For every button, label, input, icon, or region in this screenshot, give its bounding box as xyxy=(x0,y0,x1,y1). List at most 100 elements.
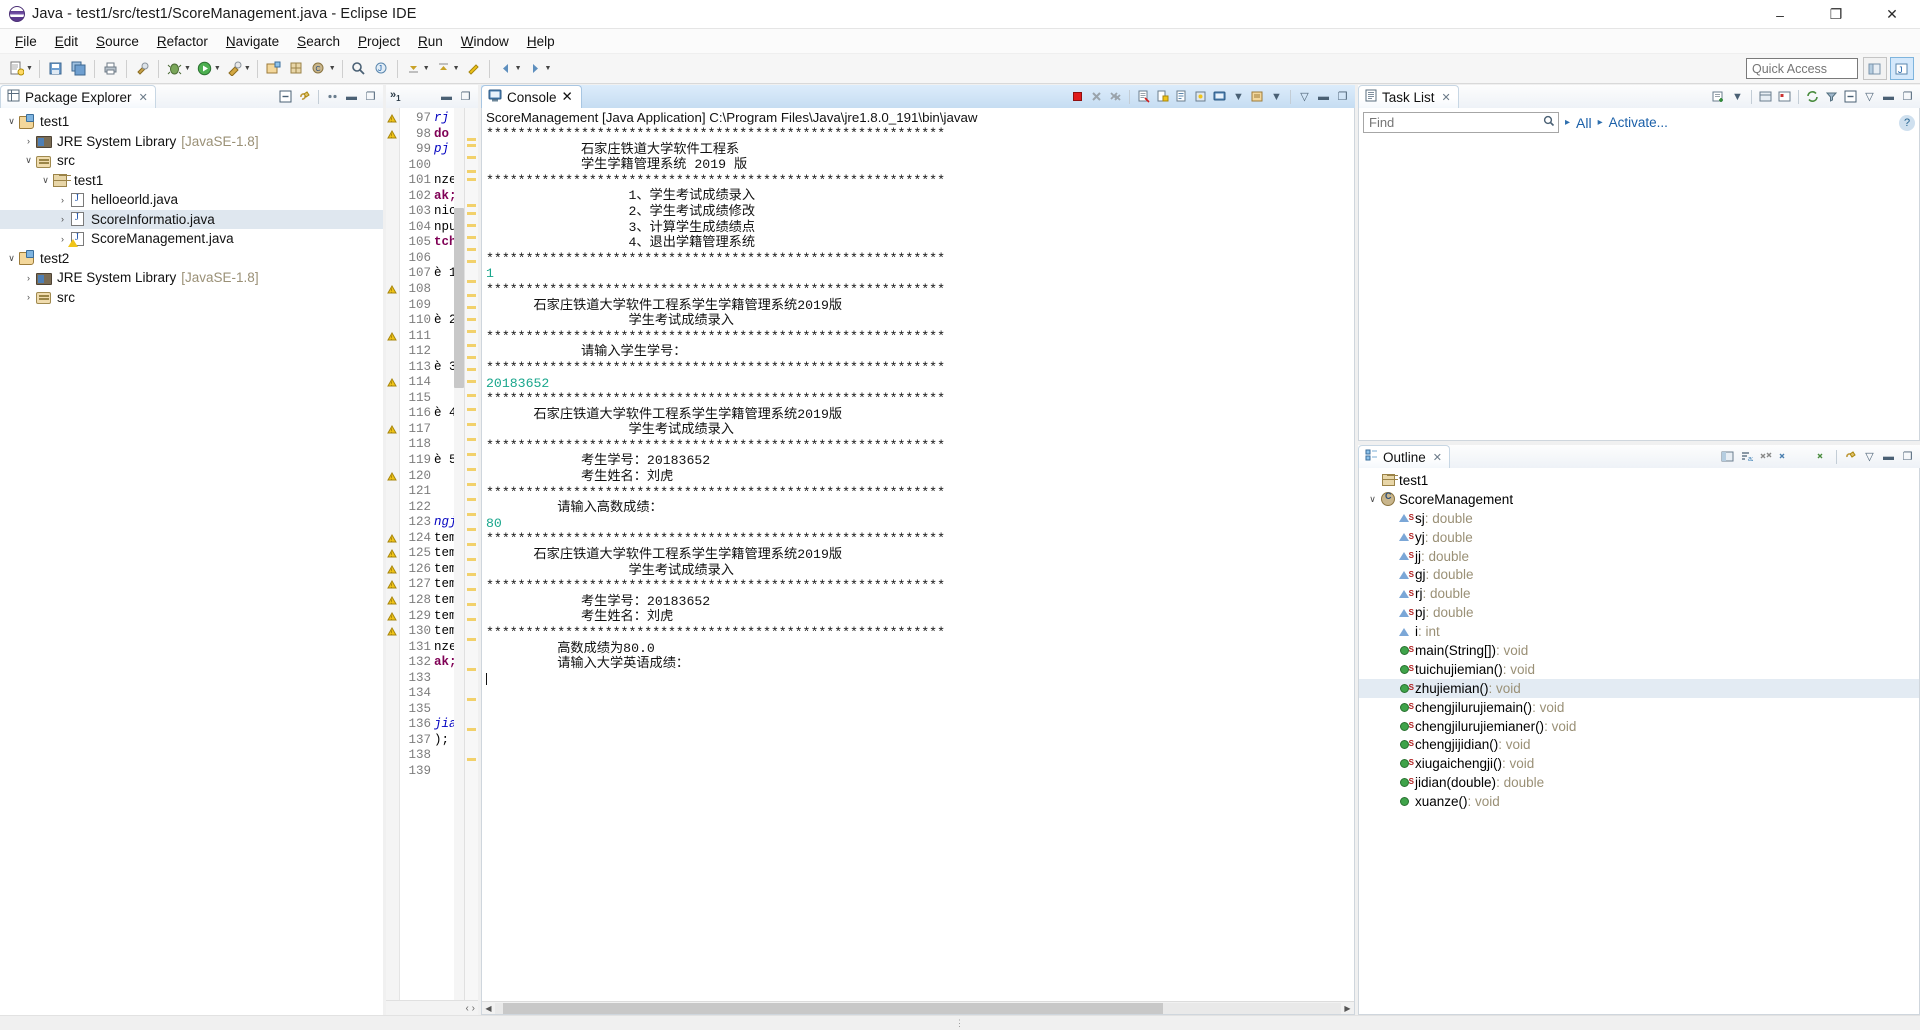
hide-static-icon[interactable] xyxy=(1776,448,1793,465)
menu-source[interactable]: Source xyxy=(87,31,148,52)
overview-marker[interactable] xyxy=(467,280,476,283)
scroll-thumb[interactable] xyxy=(503,1002,1163,1014)
tab-outline[interactable]: Outline ✕ xyxy=(1358,445,1450,468)
hide-nonpublic-icon[interactable] xyxy=(1795,448,1812,465)
overview-marker[interactable] xyxy=(467,513,476,516)
menu-project[interactable]: Project xyxy=(349,31,409,52)
editor-nav-icons[interactable]: ‹ › xyxy=(466,1003,475,1014)
outline-item-pj[interactable]: Spj : double xyxy=(1359,603,1919,622)
search-icon[interactable] xyxy=(1543,115,1555,130)
outline-item-zhujiemian--[interactable]: Szhujiemian() : void xyxy=(1359,678,1919,698)
console-caret[interactable] xyxy=(486,672,1354,688)
collapse-twisty-icon[interactable]: ∨ xyxy=(21,155,36,166)
outline-item-gj[interactable]: Sgj : double xyxy=(1359,565,1919,584)
debug-dropdown-icon[interactable]: ▼ xyxy=(184,65,191,72)
annotation-marker[interactable]: ! xyxy=(387,546,398,562)
menu-file[interactable]: File xyxy=(6,31,46,52)
annotation-marker[interactable] xyxy=(387,266,398,282)
overview-marker[interactable] xyxy=(467,138,476,141)
annotation-marker[interactable]: ! xyxy=(387,422,398,438)
close-icon[interactable]: ✕ xyxy=(139,91,148,104)
overview-marker[interactable] xyxy=(467,468,476,471)
overview-marker[interactable] xyxy=(467,588,476,591)
display-selected-console-icon[interactable] xyxy=(1211,88,1228,105)
annotation-marker[interactable] xyxy=(387,655,398,671)
last-edit-location-icon[interactable] xyxy=(463,58,484,80)
overview-marker[interactable] xyxy=(467,236,476,239)
new-class-dropdown-icon[interactable]: ▼ xyxy=(329,65,336,72)
overview-marker[interactable] xyxy=(467,603,476,606)
categorize-icon[interactable] xyxy=(1757,88,1774,105)
outline-item-yj[interactable]: Syj : double xyxy=(1359,528,1919,547)
new-package-icon[interactable] xyxy=(286,58,307,80)
outline-item-chengjijidian--[interactable]: Schengjijidian() : void xyxy=(1359,735,1919,754)
next-annotation-icon[interactable] xyxy=(403,58,424,80)
tree-item-src[interactable]: ∨ src xyxy=(0,151,383,171)
overview-marker[interactable] xyxy=(467,558,476,561)
outline-item-main-string---[interactable]: Smain(String[]) : void xyxy=(1359,641,1919,660)
tab-task-list[interactable]: Task List ✕ xyxy=(1358,85,1459,108)
annotation-marker[interactable] xyxy=(387,173,398,189)
overview-marker[interactable] xyxy=(467,483,476,486)
annotation-marker[interactable] xyxy=(387,298,398,314)
overview-marker[interactable] xyxy=(467,356,476,359)
annotation-marker[interactable] xyxy=(387,702,398,718)
pin-console-icon[interactable] xyxy=(1192,88,1209,105)
overview-marker[interactable] xyxy=(467,728,476,731)
overview-marker[interactable] xyxy=(467,212,476,215)
outline-item-rj[interactable]: Srj : double xyxy=(1359,584,1919,603)
overview-marker[interactable] xyxy=(467,423,476,426)
overview-marker[interactable] xyxy=(467,380,476,383)
overview-marker[interactable] xyxy=(467,394,476,397)
annotation-marker[interactable] xyxy=(387,189,398,205)
overview-marker[interactable] xyxy=(467,573,476,576)
minimize-icon[interactable]: ▬ xyxy=(1880,448,1897,465)
search-icon[interactable] xyxy=(348,58,369,80)
help-icon[interactable]: ? xyxy=(1899,114,1915,131)
overview-marker[interactable] xyxy=(467,318,476,321)
annotation-marker[interactable] xyxy=(387,671,398,687)
previous-annotation-icon[interactable] xyxy=(433,58,454,80)
annotation-marker[interactable] xyxy=(387,235,398,251)
new-task-dropdown-icon[interactable]: ▼ xyxy=(1729,88,1746,105)
annotation-marker[interactable] xyxy=(387,640,398,656)
annotation-marker[interactable]: ! xyxy=(387,593,398,609)
maximize-icon[interactable]: ❐ xyxy=(457,88,474,105)
build-icon[interactable] xyxy=(132,58,153,80)
menu-help[interactable]: Help xyxy=(518,31,564,52)
annotation-marker[interactable] xyxy=(387,748,398,764)
overview-marker[interactable] xyxy=(467,528,476,531)
overview-marker[interactable] xyxy=(467,618,476,621)
sort-icon[interactable]: az xyxy=(1738,448,1755,465)
annotation-marker[interactable]: ! xyxy=(387,469,398,485)
tree-item-test2[interactable]: ∨ test2 xyxy=(0,249,383,269)
print-icon[interactable] xyxy=(100,58,121,80)
tree-item-helloeorld-java[interactable]: › helloeorld.java xyxy=(0,190,383,210)
collapse-twisty-icon[interactable]: ∨ xyxy=(4,116,19,127)
overview-marker[interactable] xyxy=(467,248,476,251)
tree-item-jre-system-library[interactable]: › JRE System Library [JavaSE-1.8] xyxy=(0,132,383,152)
annotation-marker[interactable] xyxy=(387,717,398,733)
link-with-editor-icon[interactable] xyxy=(1842,448,1859,465)
annotation-marker[interactable] xyxy=(387,500,398,516)
maximize-icon[interactable]: ❐ xyxy=(1899,448,1916,465)
outline-item-jidian-double-[interactable]: Sjidian(double) : double xyxy=(1359,773,1919,792)
overview-marker[interactable] xyxy=(467,368,476,371)
debug-icon[interactable] xyxy=(164,58,185,80)
annotation-marker[interactable] xyxy=(387,764,398,780)
minimize-button[interactable]: – xyxy=(1752,0,1808,29)
tree-item-jre-system-library[interactable]: › JRE System Library [JavaSE-1.8] xyxy=(0,268,383,288)
annotation-marker[interactable]: ! xyxy=(387,562,398,578)
back-icon[interactable] xyxy=(495,58,516,80)
overview-marker[interactable] xyxy=(467,170,476,173)
tree-item-test1[interactable]: ∨ test1 xyxy=(0,112,383,132)
annotation-marker[interactable]: ! xyxy=(387,282,398,298)
external-tools-dropdown-icon[interactable]: ▼ xyxy=(244,65,251,72)
overview-marker[interactable] xyxy=(467,638,476,641)
close-button[interactable]: ✕ xyxy=(1864,0,1920,29)
editor-overflow-icon[interactable]: »1 xyxy=(390,89,401,103)
annotation-marker[interactable] xyxy=(387,515,398,531)
run-external-tools-icon[interactable] xyxy=(224,58,245,80)
focus-on-workweek-icon[interactable] xyxy=(1776,88,1793,105)
scroll-left-icon[interactable]: ◀ xyxy=(482,1004,495,1013)
